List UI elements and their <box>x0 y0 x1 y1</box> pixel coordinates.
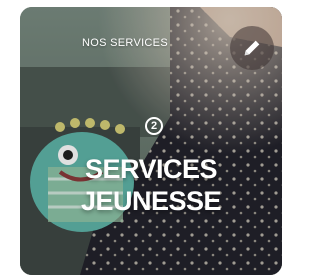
step-number-badge: 2 <box>145 117 163 135</box>
card-title-line1: SERVICES <box>84 154 218 184</box>
pencil-icon <box>244 40 260 56</box>
edit-button[interactable] <box>230 26 274 70</box>
section-label: NOS SERVICES <box>82 37 168 49</box>
card-title: SERVICES JEUNESSE <box>20 153 282 217</box>
card-title-line2: JEUNESSE <box>80 186 222 216</box>
service-card[interactable]: NOS SERVICES 2 SERVICES JEUNESSE <box>20 7 282 275</box>
